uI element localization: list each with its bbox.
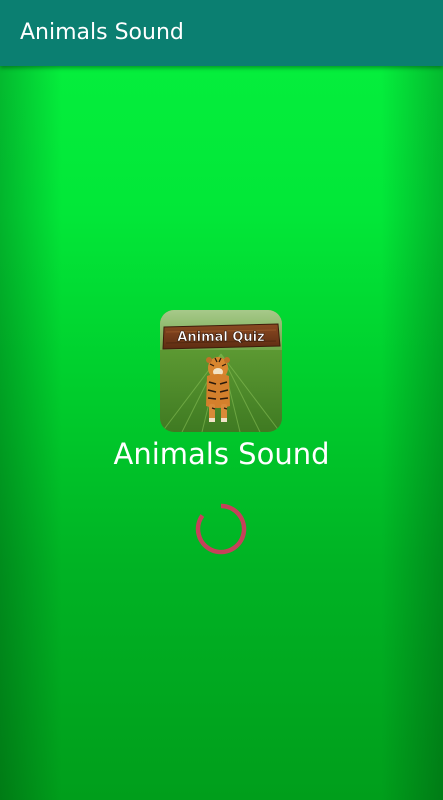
logo-illustration: Animal Quiz <box>160 310 282 432</box>
splash-screen: Animal Quiz Animals Sound <box>0 66 443 800</box>
app-logo: Animal Quiz <box>160 310 282 432</box>
loading-spinner-icon <box>195 503 247 555</box>
app-bar: Animals Sound <box>0 0 443 66</box>
app-bar-title: Animals Sound <box>20 20 184 45</box>
logo-sign-text: Animal Quiz <box>177 330 264 345</box>
wooden-sign: Animal Quiz <box>162 323 281 350</box>
app-window: Animals Sound Animal Quiz Animals Sound <box>0 0 443 800</box>
splash-title: Animals Sound <box>113 437 330 471</box>
